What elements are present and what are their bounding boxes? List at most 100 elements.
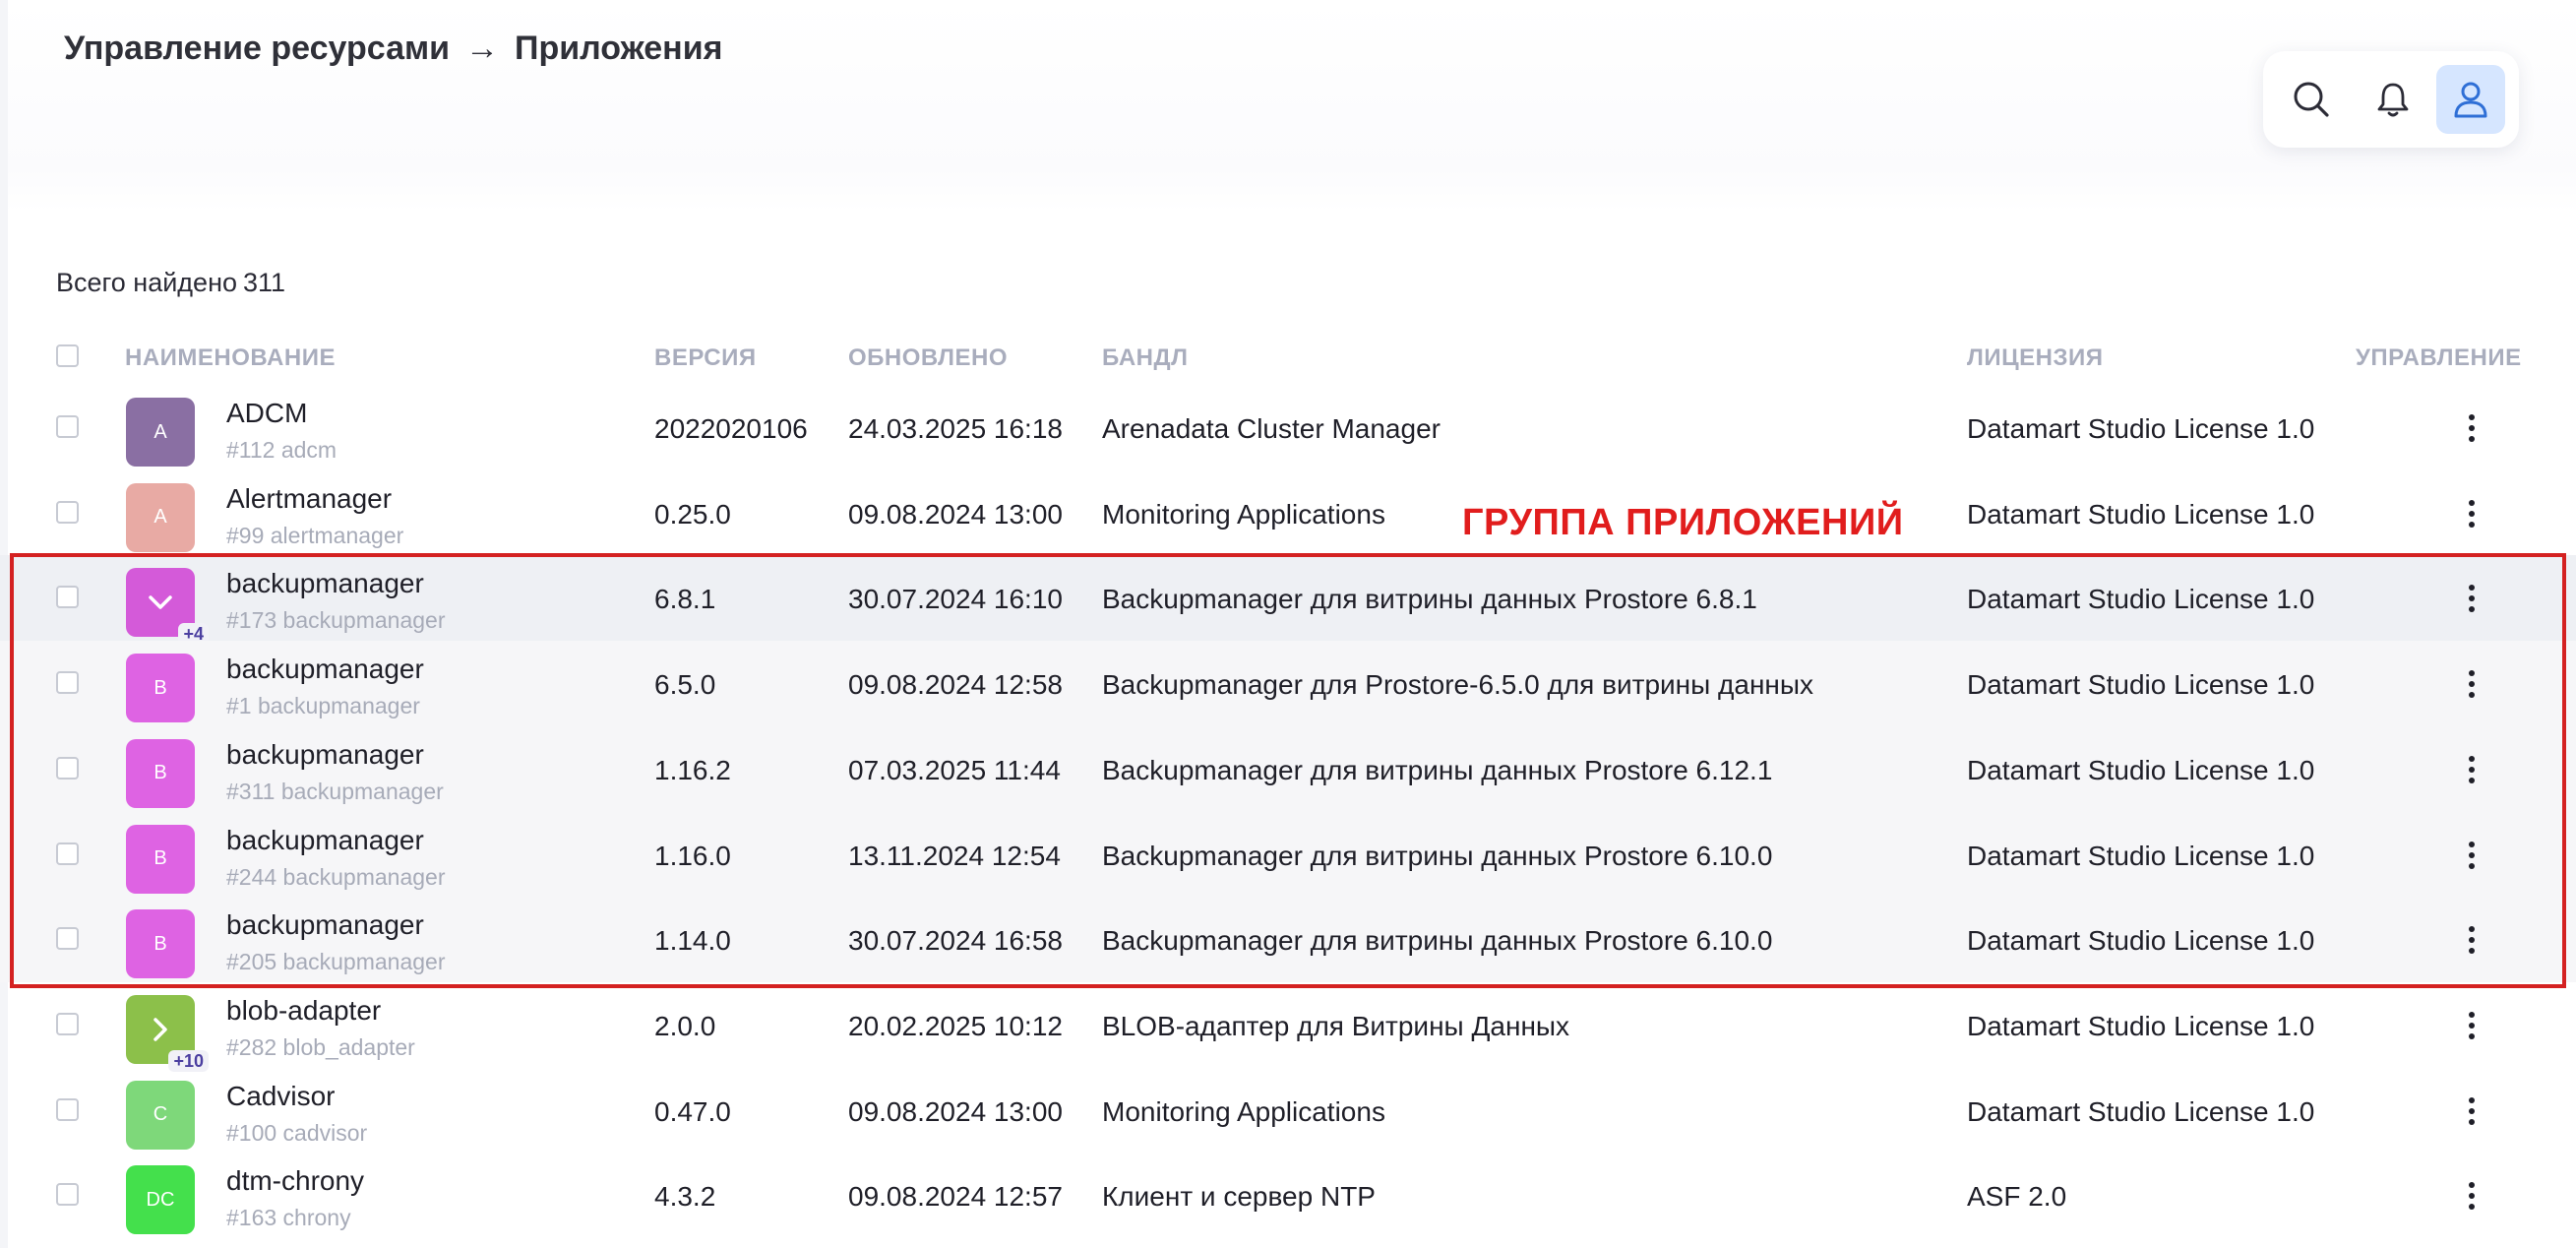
- table-row[interactable]: C Cadvisor #100 cadvisor 0.47.0 09.08.2024 1…: [0, 1068, 2576, 1154]
- column-header-license[interactable]: ЛИЦЕНЗИЯ: [1967, 344, 2104, 372]
- table-row[interactable]: Bbackupmanager #1 backupmanager 6.5.0 09.08…: [0, 641, 2576, 727]
- column-header-name[interactable]: НАИМЕНОВАНИЕ: [125, 344, 336, 372]
- breadcrumb-parent[interactable]: Управление ресурсами: [64, 30, 450, 68]
- row-actions-button[interactable]: [2460, 496, 2484, 531]
- breadcrumb-current: Приложения: [515, 30, 723, 67]
- column-header-actions: УПРАВЛЕНИЕ: [2356, 344, 2522, 371]
- column-header-bundle[interactable]: БАНДЛ: [1102, 344, 1188, 372]
- row-checkbox[interactable]: [56, 842, 79, 865]
- table-row[interactable]: A Alertmanager #99 alertmanager 0.25.0 09.08…: [0, 470, 2576, 556]
- search-button[interactable]: [2277, 65, 2346, 134]
- more-vertical-icon: [2469, 414, 2475, 442]
- row-actions-button[interactable]: [2460, 922, 2484, 958]
- row-checkbox[interactable]: [56, 1183, 79, 1207]
- app-updated: 09.08.2024 13:00: [848, 498, 1063, 530]
- row-checkbox[interactable]: [56, 756, 79, 780]
- group-toggle-button[interactable]: +10: [126, 994, 209, 1072]
- app-bundle: Клиент и сервер NTP: [1102, 1181, 1376, 1213]
- app-id: #311 backupmanager: [226, 778, 444, 804]
- row-checkbox[interactable]: [56, 671, 79, 695]
- app-avatar: DC: [126, 1165, 195, 1235]
- app-id: #282 blob_adapter: [226, 1033, 415, 1060]
- group-annotation-label: ГРУППА ПРИЛОЖЕНИЙ: [1462, 502, 1904, 543]
- table-row[interactable]: DC dtm-chrony #163 chrony 4.3.2 09.08.2024 1…: [0, 1153, 2576, 1238]
- more-vertical-icon: [2469, 926, 2475, 955]
- row-checkbox[interactable]: [56, 927, 79, 951]
- app-name-link[interactable]: backupmanager: [226, 909, 424, 941]
- app-license: Datamart Studio License 1.0: [1967, 840, 2315, 871]
- app-bundle: Arenadata Cluster Manager: [1102, 413, 1441, 444]
- select-all-checkbox[interactable]: [56, 344, 79, 367]
- app-name-link[interactable]: backupmanager: [226, 739, 424, 771]
- row-actions-button[interactable]: [2460, 838, 2484, 873]
- app-id: #99 alertmanager: [226, 522, 404, 548]
- table-row[interactable]: Bbackupmanager #311 backupmanager 1.16.2 07…: [0, 725, 2576, 812]
- header-toolbar: [2263, 51, 2519, 148]
- app-id: #112 adcm: [226, 437, 337, 463]
- app-name-link[interactable]: blob-adapter: [226, 995, 381, 1027]
- app-updated: 30.07.2024 16:58: [848, 925, 1063, 957]
- app-version: 2022020106: [654, 413, 808, 444]
- app-license: Datamart Studio License 1.0: [1967, 1010, 2315, 1041]
- table-row[interactable]: Bbackupmanager #244 backupmanager 1.16.0 13…: [0, 811, 2576, 898]
- app-id: #173 backupmanager: [226, 607, 446, 634]
- search-icon: [2294, 82, 2329, 117]
- table-row[interactable]: Bbackupmanager #205 backupmanager 1.14.0 30…: [0, 897, 2576, 983]
- app-name-link[interactable]: Cadvisor: [226, 1081, 335, 1112]
- app-license: Datamart Studio License 1.0: [1967, 498, 2315, 530]
- more-vertical-icon: [2469, 1182, 2475, 1211]
- table-row[interactable]: A ADCM #112 adcm 2022020106 24.03.2025 16:18…: [0, 385, 2576, 470]
- row-actions-button[interactable]: [2460, 1178, 2484, 1214]
- app-version: 2.0.0: [654, 1010, 716, 1041]
- user-menu-button[interactable]: [2436, 65, 2505, 134]
- table-header: НАИМЕНОВАНИЕ ВЕРСИЯ ОБНОВЛЕНО БАНДЛ ЛИЦЕ…: [0, 344, 2576, 380]
- chevron-right-icon: [153, 1018, 167, 1041]
- app-updated: 09.08.2024 12:57: [848, 1181, 1063, 1213]
- column-header-updated[interactable]: ОБНОВЛЕНО: [848, 344, 1008, 372]
- more-vertical-icon: [2469, 499, 2475, 528]
- app-bundle: Backupmanager для витрины данных Prostor…: [1102, 840, 1773, 871]
- breadcrumb-separator: →: [465, 30, 500, 67]
- table-row[interactable]: +4 backupmanager #173 backupmanager 6.8.1 30…: [0, 555, 2576, 646]
- row-actions-button[interactable]: [2460, 581, 2484, 616]
- app-name-link[interactable]: dtm-chrony: [226, 1165, 364, 1197]
- notifications-button[interactable]: [2359, 65, 2427, 134]
- row-actions-button[interactable]: [2460, 752, 2484, 787]
- app-version: 1.14.0: [654, 925, 731, 957]
- app-version: 6.5.0: [654, 669, 716, 701]
- app-bundle: Monitoring Applications: [1102, 498, 1385, 530]
- row-checkbox[interactable]: [56, 415, 79, 438]
- more-vertical-icon: [2469, 1096, 2475, 1125]
- row-checkbox[interactable]: [56, 500, 79, 524]
- table-row[interactable]: +10 blob-adapter #282 blob_adapter 2.0.0 20.…: [0, 982, 2576, 1072]
- column-header-version[interactable]: ВЕРСИЯ: [654, 344, 757, 372]
- app-bundle: Backupmanager для витрины данных Prostor…: [1102, 584, 1757, 615]
- app-updated: 13.11.2024 12:54: [848, 840, 1061, 871]
- app-name-link[interactable]: backupmanager: [226, 825, 424, 856]
- more-vertical-icon: [2469, 755, 2475, 783]
- row-actions-button[interactable]: [2460, 1008, 2484, 1043]
- user-icon: [2454, 82, 2487, 118]
- app-bundle: BLOB-адаптер для Витрины Данных: [1102, 1010, 1570, 1041]
- row-actions-button[interactable]: [2460, 666, 2484, 702]
- app-name-link[interactable]: Alertmanager: [226, 483, 392, 515]
- app-id: #244 backupmanager: [226, 863, 446, 890]
- row-checkbox[interactable]: [56, 1097, 79, 1121]
- app-name-link[interactable]: backupmanager: [226, 568, 424, 599]
- app-id: #163 chrony: [226, 1205, 351, 1231]
- avatar-initials: A: [153, 506, 167, 529]
- app-version: 6.8.1: [654, 584, 716, 615]
- more-vertical-icon: [2469, 585, 2475, 613]
- row-checkbox[interactable]: [56, 586, 79, 609]
- avatar-initials: DC: [146, 1188, 175, 1211]
- row-checkbox[interactable]: [56, 1012, 79, 1035]
- app-id: #100 cadvisor: [226, 1119, 368, 1146]
- row-actions-button[interactable]: [2460, 1093, 2484, 1129]
- app-updated: 07.03.2025 11:44: [848, 754, 1061, 785]
- app-license: Datamart Studio License 1.0: [1967, 413, 2315, 444]
- app-name-link[interactable]: backupmanager: [226, 654, 424, 685]
- group-toggle-button[interactable]: +4: [126, 568, 209, 646]
- row-actions-button[interactable]: [2460, 410, 2484, 446]
- results-count-value: 311: [243, 268, 286, 297]
- app-name-link[interactable]: ADCM: [226, 398, 307, 429]
